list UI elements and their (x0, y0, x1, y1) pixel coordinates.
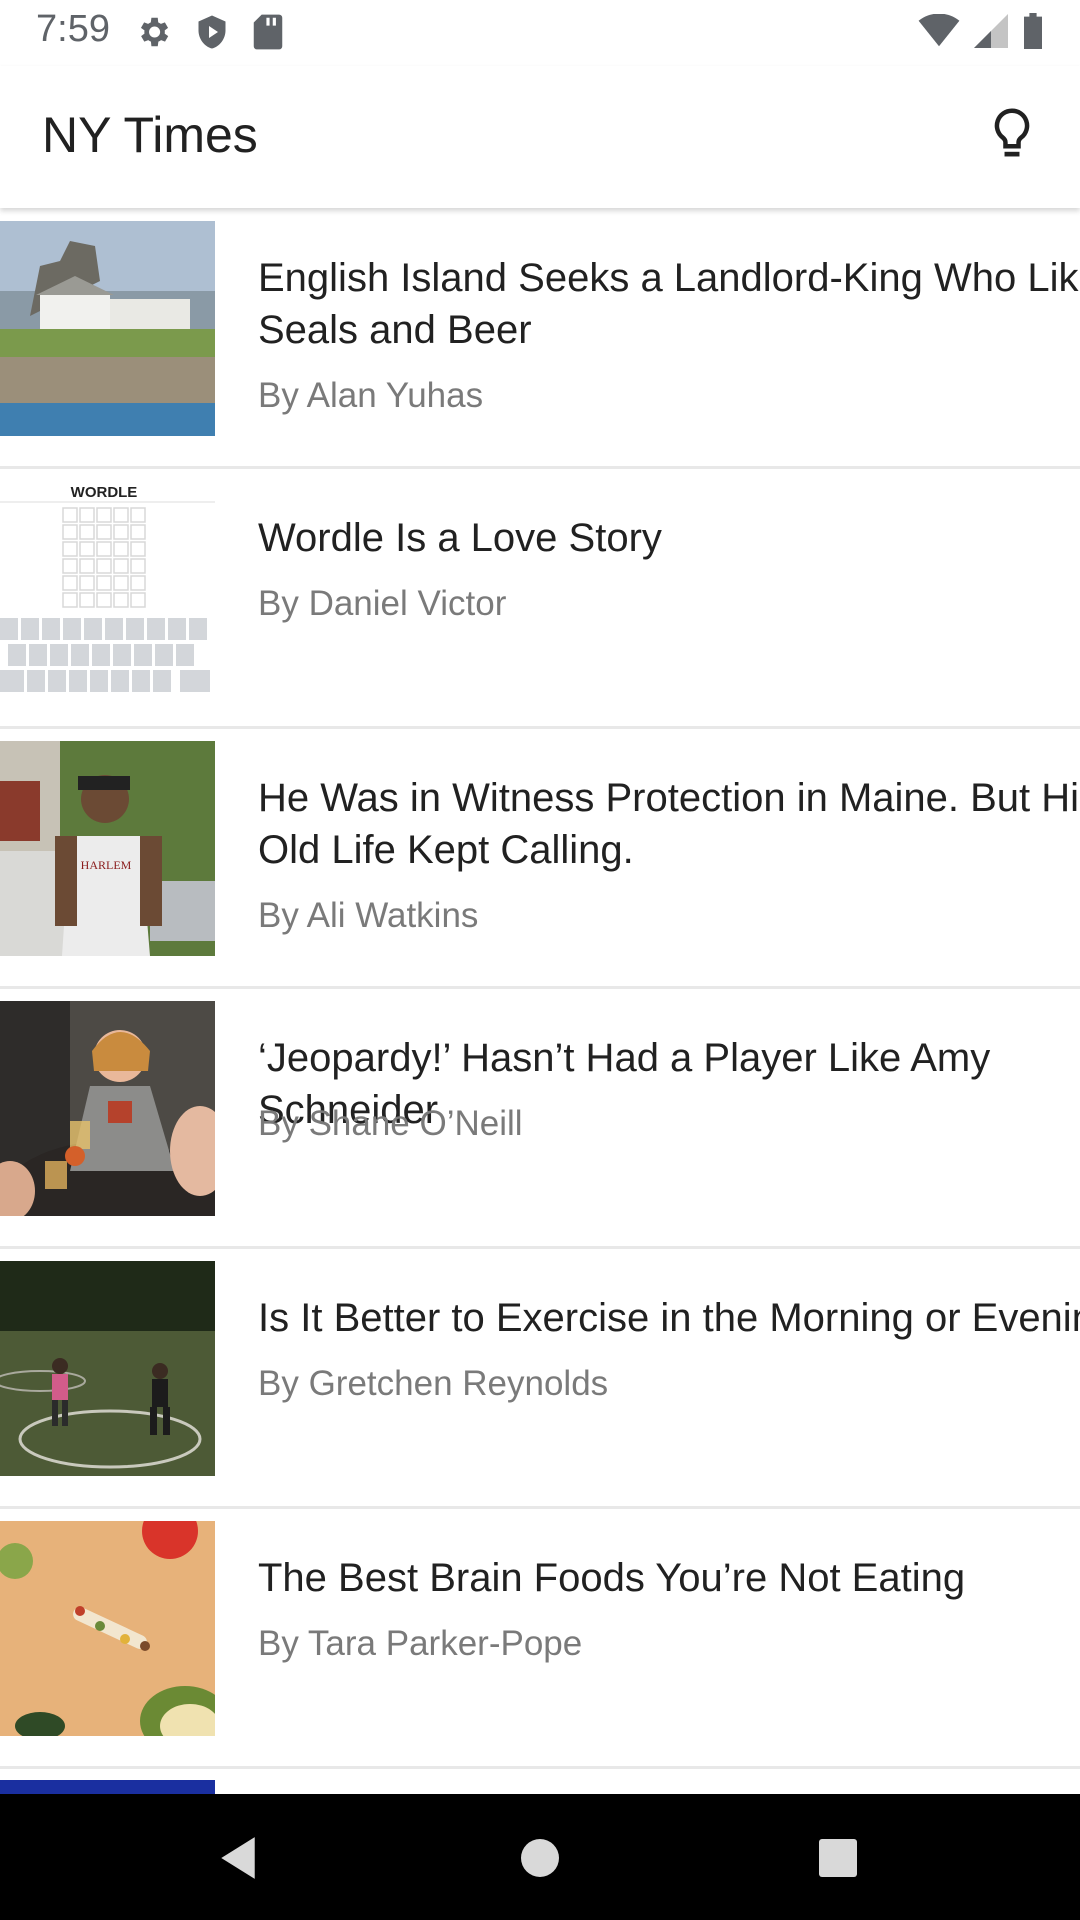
navigation-bar (0, 1794, 1080, 1920)
article-thumbnail: HARLEM (0, 741, 215, 956)
back-button[interactable] (208, 1830, 268, 1890)
home-button[interactable] (510, 1830, 570, 1890)
status-bar: 7:59 (0, 0, 1080, 66)
article-thumbnail (0, 1001, 215, 1216)
list-item[interactable]: ‘Jeopardy!’ Hasn’t Had a Player Like Amy… (0, 988, 1080, 1249)
article-thumbnail (0, 1521, 215, 1736)
battery-icon (1022, 13, 1044, 54)
lightbulb-button[interactable] (974, 99, 1050, 175)
gear-icon (134, 13, 172, 56)
list-item[interactable]: The Best Brain Foods You’re Not Eating B… (0, 1508, 1080, 1769)
wifi-icon (918, 13, 960, 53)
list-item[interactable]: WORDLE Wordle Is a Love Story By Daniel … (0, 468, 1080, 729)
sd-card-icon (252, 13, 284, 56)
article-byline: By Daniel Victor (258, 584, 507, 623)
article-byline: By Gretchen Reynolds (258, 1364, 609, 1403)
article-headline: Is It Better to Exercise in the Morning … (258, 1296, 1080, 1340)
page-title: NY Times (42, 107, 258, 163)
lightbulb-icon (989, 107, 1035, 168)
article-byline: By Ali Watkins (258, 896, 479, 935)
article-byline: By Alan Yuhas (258, 376, 484, 415)
thumbnail-caption: WORDLE (71, 484, 138, 501)
status-icons-left (134, 13, 284, 56)
status-icons-right (918, 13, 1044, 54)
article-headline: English Island Seeks a Landlord-King Who… (258, 256, 1080, 352)
article-list[interactable]: English Island Seeks a Landlord-King Who… (0, 208, 1080, 1794)
recents-button[interactable] (808, 1830, 868, 1890)
app-bar: NY Times (0, 66, 1080, 208)
article-headline: He Was in Witness Protection in Maine. B… (258, 776, 1080, 872)
partial-list-item-thumbnail (0, 1780, 215, 1794)
article-headline: The Best Brain Foods You’re Not Eating (258, 1556, 966, 1600)
recents-icon (818, 1838, 858, 1883)
shield-icon (194, 13, 230, 56)
list-item[interactable]: HARLEM He Was in Witness Protection in M… (0, 728, 1080, 989)
thumbnail-caption: HARLEM (81, 858, 132, 872)
article-thumbnail: WORDLE (0, 481, 215, 696)
article-byline: By Tara Parker-Pope (258, 1624, 583, 1663)
back-icon (217, 1835, 259, 1886)
list-item[interactable]: Is It Better to Exercise in the Morning … (0, 1248, 1080, 1509)
status-time: 7:59 (36, 8, 110, 50)
cell-signal-icon (974, 14, 1008, 53)
article-byline: By Shane O’Neill (258, 1104, 523, 1143)
home-icon (520, 1838, 560, 1883)
article-headline: Wordle Is a Love Story (258, 516, 662, 560)
article-thumbnail (0, 221, 215, 436)
article-thumbnail (0, 1261, 215, 1476)
list-item[interactable]: English Island Seeks a Landlord-King Who… (0, 208, 1080, 469)
